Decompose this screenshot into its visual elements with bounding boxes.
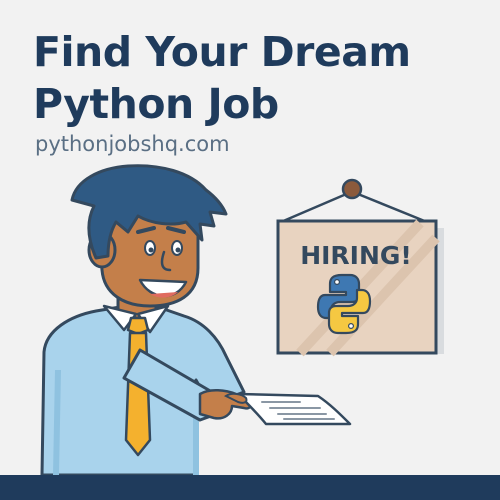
footer-bar [0, 475, 500, 500]
man-holding-paper-illustration [40, 164, 253, 477]
hero-illustration: HIRING! [40, 164, 444, 477]
sign-label: HIRING! [300, 241, 412, 270]
nail-icon [341, 178, 363, 200]
ad-banner: Find Your Dream Python Job pythonjobshq.… [0, 0, 500, 500]
hiring-sign: HIRING! [276, 178, 444, 357]
tie-knot [126, 316, 150, 336]
